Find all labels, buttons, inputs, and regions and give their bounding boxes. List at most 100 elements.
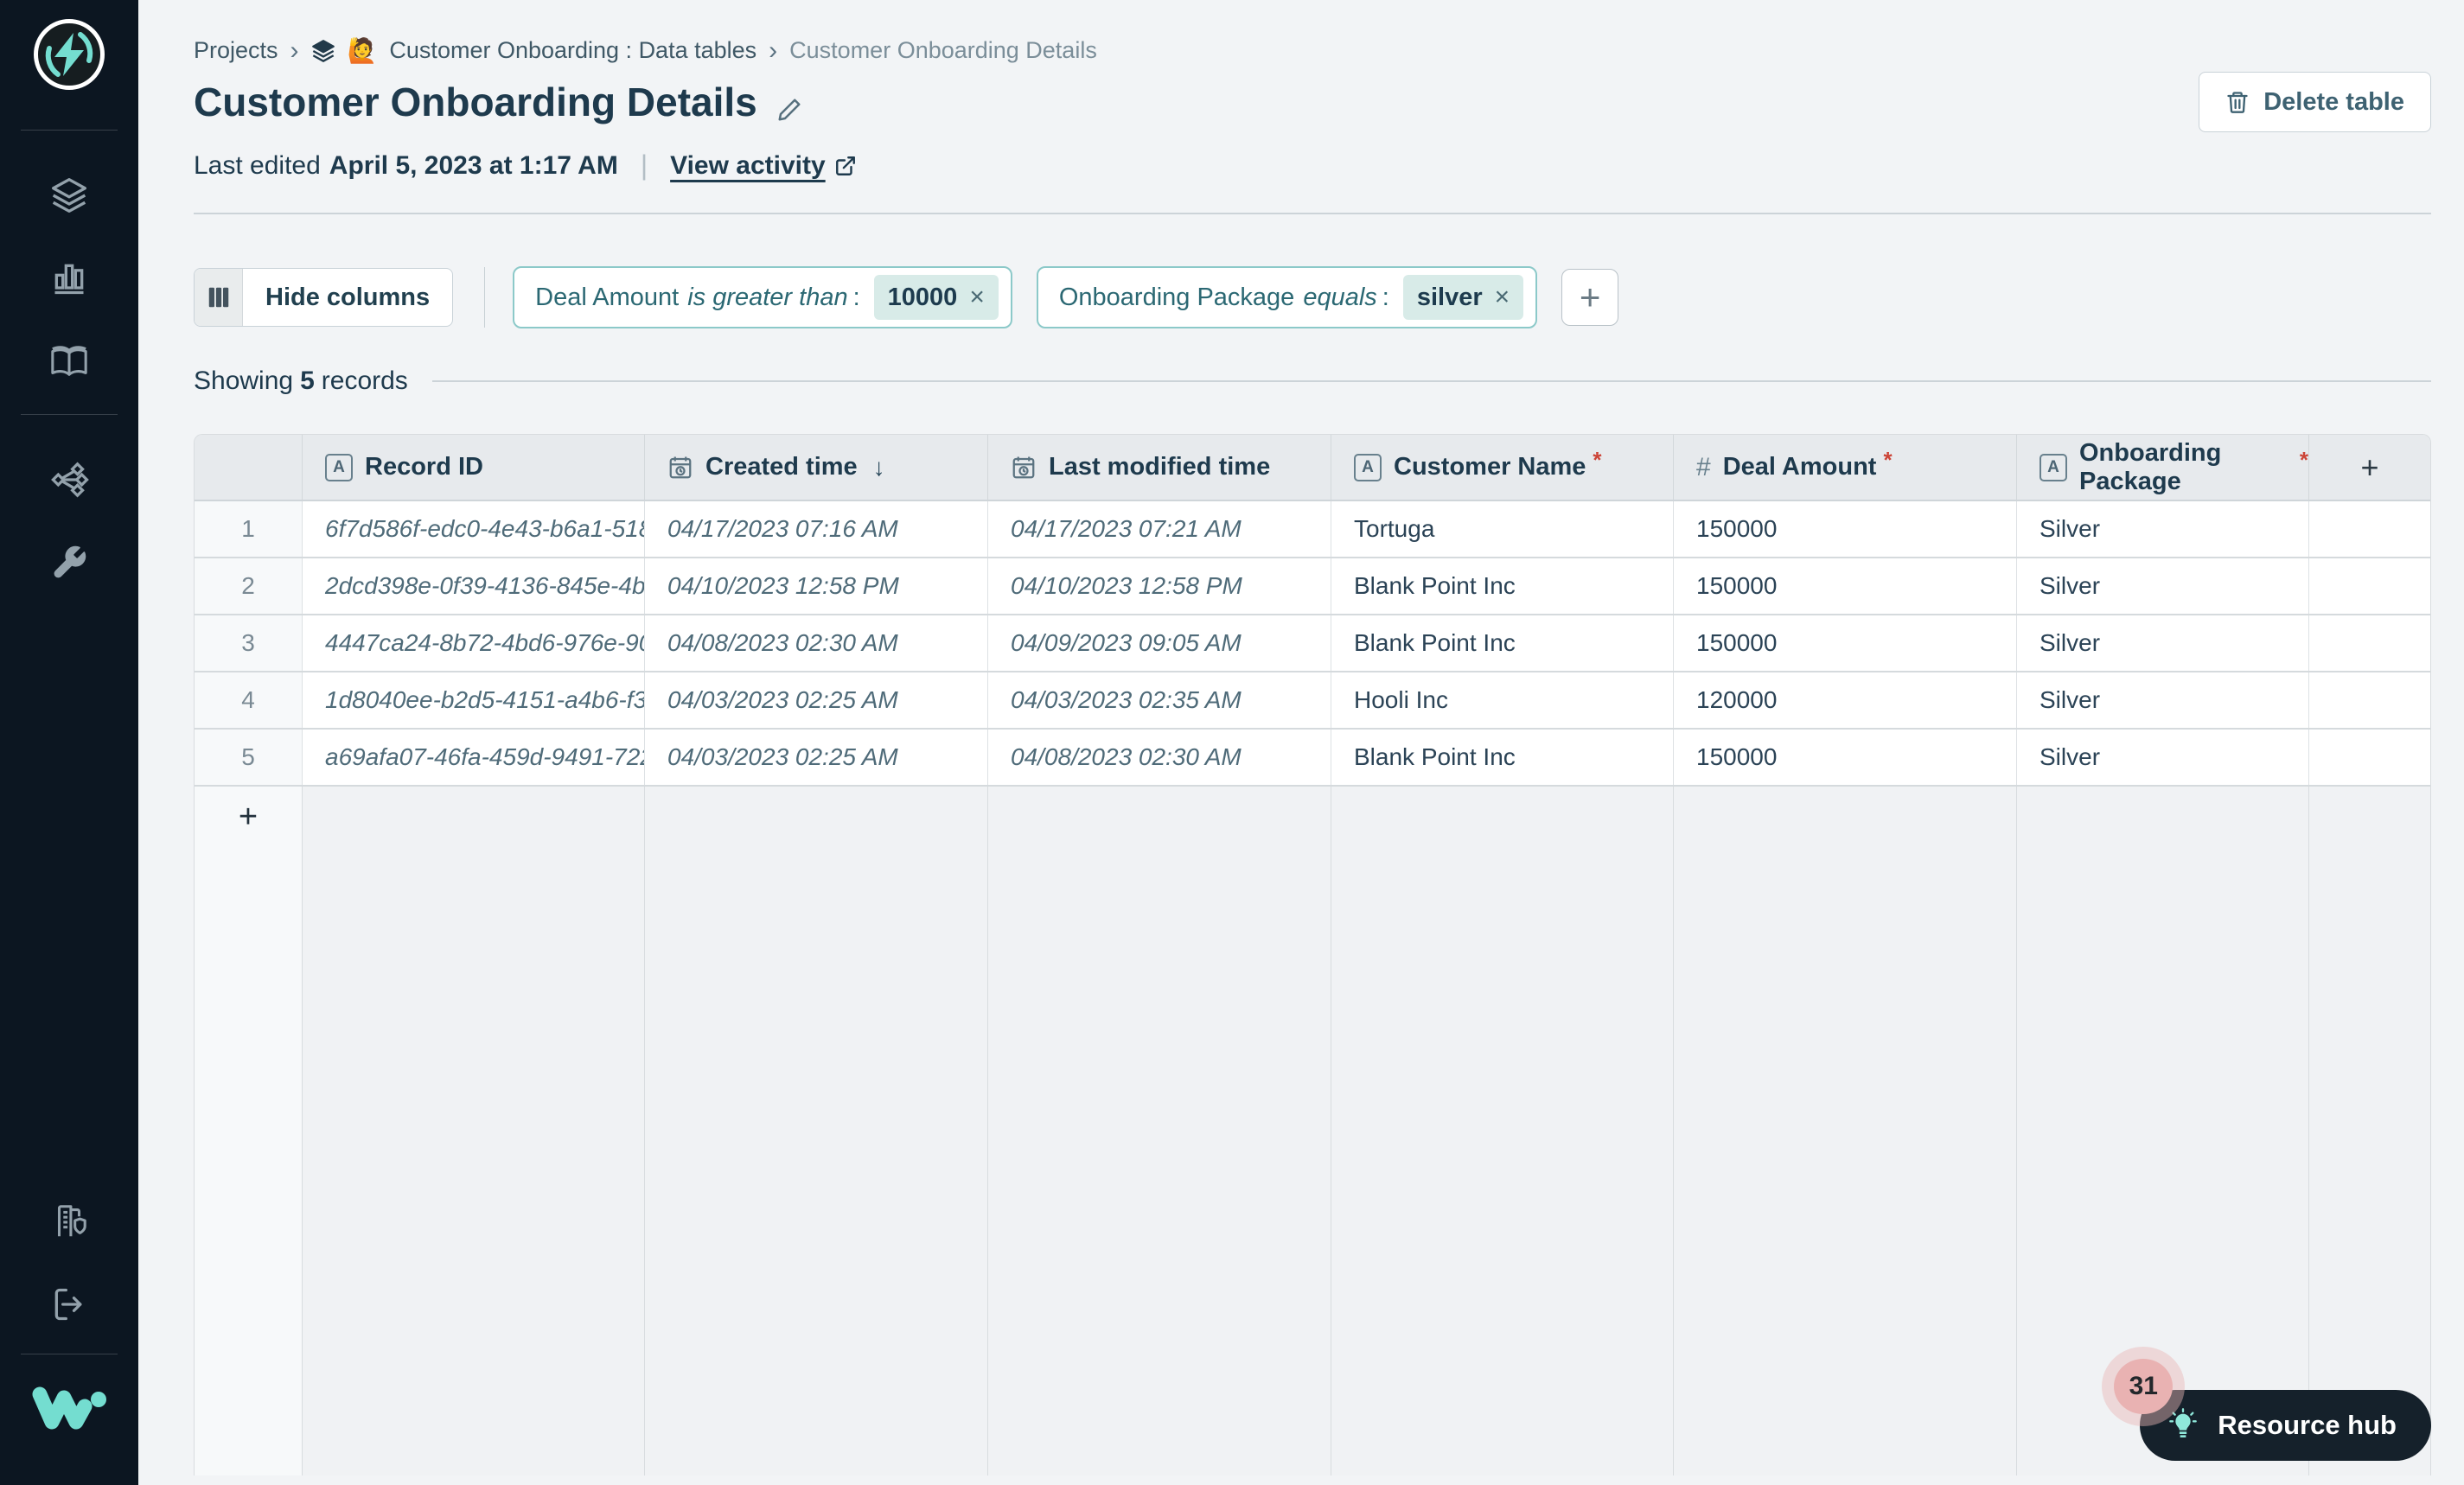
cell-customer-name[interactable]: Blank Point Inc xyxy=(1331,615,1673,672)
cell-deal-amount[interactable]: 120000 xyxy=(1673,672,2016,729)
cell-deal-amount[interactable]: 150000 xyxy=(1673,615,2016,672)
table-row[interactable]: 4 1d8040ee-b2d5-4151-a4b6-f3 04/03/2023 … xyxy=(195,672,2430,730)
cell-deal-amount[interactable]: 150000 xyxy=(1673,501,2016,558)
filter-field: Onboarding Package xyxy=(1058,283,1295,311)
bar-chart-icon xyxy=(54,264,84,295)
cell-onboarding-package[interactable]: Silver xyxy=(2016,501,2308,558)
showing-suffix: records xyxy=(321,366,408,396)
table-row[interactable]: 3 4447ca24-8b72-4bd6-976e-90 04/08/2023 … xyxy=(195,615,2430,673)
row-number: 4 xyxy=(195,672,302,729)
text-type-icon: A xyxy=(325,453,353,481)
cell-record-id[interactable]: a69afa07-46fa-459d-9491-722 xyxy=(302,730,644,786)
column-header-onboarding-package[interactable]: A Onboarding Package * xyxy=(2016,435,2308,500)
column-header-created-time[interactable]: Created time ↓ xyxy=(644,435,987,500)
cell-created-time[interactable]: 04/10/2023 12:58 PM xyxy=(644,558,987,615)
cell-last-modified[interactable]: 04/10/2023 12:58 PM xyxy=(987,558,1331,615)
filter-value-pill: silver × xyxy=(1402,275,1524,321)
remove-filter-icon[interactable]: × xyxy=(1495,283,1510,312)
add-filter-button[interactable]: + xyxy=(1561,269,1619,327)
hide-columns-label: Hide columns xyxy=(265,283,431,311)
cell-last-modified[interactable]: 04/17/2023 07:21 AM xyxy=(987,501,1331,558)
delete-table-button[interactable]: Delete table xyxy=(2199,72,2431,132)
cell-created-time[interactable]: 04/08/2023 02:30 AM xyxy=(644,615,987,672)
breadcrumb-projects[interactable]: Projects xyxy=(194,37,278,64)
chevron-right-icon: › xyxy=(769,35,778,65)
column-header-last-modified[interactable]: Last modified time xyxy=(987,435,1331,500)
app-logo[interactable] xyxy=(34,19,105,90)
breadcrumb-current: Customer Onboarding Details xyxy=(789,37,1097,63)
cell-record-id[interactable]: 4447ca24-8b72-4bd6-976e-90 xyxy=(302,615,644,672)
lightbulb-icon xyxy=(2169,1408,2198,1437)
sidebar-item-reports[interactable] xyxy=(49,258,89,298)
column-header-deal-amount[interactable]: # Deal Amount * xyxy=(1673,435,2016,500)
wrench-icon xyxy=(54,545,86,578)
filter-chip-onboarding-package[interactable]: Onboarding Package equals : silver × xyxy=(1036,266,1538,329)
view-activity-link[interactable]: View activity xyxy=(670,151,857,181)
text-type-icon: A xyxy=(2040,453,2067,481)
sidebar-item-logout[interactable] xyxy=(49,1284,89,1324)
cell-customer-name[interactable]: Tortuga xyxy=(1331,501,1673,558)
column-header-customer-name[interactable]: A Customer Name * xyxy=(1331,435,1673,500)
breadcrumb-project[interactable]: Customer Onboarding : Data tables xyxy=(389,37,756,64)
cell-onboarding-package[interactable]: Silver xyxy=(2016,558,2308,615)
cell-deal-amount[interactable]: 150000 xyxy=(1673,730,2016,786)
cell-last-modified[interactable]: 04/08/2023 02:30 AM xyxy=(987,730,1331,786)
breadcrumb: Projects › 🙋 Customer Onboarding : Data … xyxy=(194,36,2431,65)
edit-title-icon[interactable] xyxy=(776,97,802,127)
column-label: Onboarding Package xyxy=(2079,438,2222,495)
row-number-header xyxy=(195,435,302,500)
sidebar-item-organization[interactable] xyxy=(49,1201,89,1241)
resource-hub-button[interactable]: 31 Resource hub xyxy=(2114,1359,2431,1461)
view-activity-label: View activity xyxy=(670,150,826,180)
plus-icon: + xyxy=(1579,277,1601,318)
filter-operator: is greater than xyxy=(687,283,848,311)
calendar-clock-icon xyxy=(669,456,692,479)
cell-record-id[interactable]: 1d8040ee-b2d5-4151-a4b6-f3 xyxy=(302,672,644,729)
cell-empty xyxy=(2308,501,2430,558)
cell-onboarding-package[interactable]: Silver xyxy=(2016,615,2308,672)
organization-shield-icon xyxy=(57,1205,86,1237)
cell-last-modified[interactable]: 04/03/2023 02:35 AM xyxy=(987,672,1331,729)
sidebar-divider xyxy=(21,414,118,415)
column-header-record-id[interactable]: A Record ID xyxy=(302,435,644,500)
empty-column-area xyxy=(302,787,644,1476)
table-row[interactable]: 1 6f7d586f-edc0-4e43-b6a1-518 04/17/2023… xyxy=(195,501,2430,559)
filter-chip-deal-amount[interactable]: Deal Amount is greater than : 10000 × xyxy=(513,266,1012,329)
calendar-clock-icon xyxy=(1012,456,1035,479)
last-edited-label: Last edited xyxy=(194,150,321,180)
sidebar-item-tools[interactable] xyxy=(49,543,89,583)
cell-customer-name[interactable]: Hooli Inc xyxy=(1331,672,1673,729)
cell-onboarding-package[interactable]: Silver xyxy=(2016,730,2308,786)
notification-badge: 31 xyxy=(2114,1359,2174,1414)
cell-deal-amount[interactable]: 150000 xyxy=(1673,558,2016,615)
workflow86-logo[interactable] xyxy=(29,1384,109,1437)
add-column-button[interactable]: + xyxy=(2308,435,2430,500)
cell-customer-name[interactable]: Blank Point Inc xyxy=(1331,730,1673,786)
filter-value-pill: 10000 × xyxy=(873,275,999,321)
required-icon: * xyxy=(1593,447,1602,474)
column-label: Created time xyxy=(705,453,858,481)
table-row[interactable]: 5 a69afa07-46fa-459d-9491-722 04/03/2023… xyxy=(195,730,2430,787)
add-row-button[interactable]: + xyxy=(195,787,302,1476)
cell-record-id[interactable]: 6f7d586f-edc0-4e43-b6a1-518 xyxy=(302,501,644,558)
sidebar-item-datatables[interactable] xyxy=(49,175,89,215)
empty-column-area xyxy=(987,787,1331,1476)
cell-onboarding-package[interactable]: Silver xyxy=(2016,672,2308,729)
sidebar-item-library[interactable] xyxy=(49,341,89,381)
record-count-row: Showing 5 records xyxy=(194,366,2431,396)
sidebar-item-workflows[interactable] xyxy=(49,460,89,500)
table-row[interactable]: 2 2dcd398e-0f39-4136-845e-4b 04/10/2023 … xyxy=(195,558,2430,616)
cell-customer-name[interactable]: Blank Point Inc xyxy=(1331,558,1673,615)
book-open-icon xyxy=(51,346,87,376)
cell-created-time[interactable]: 04/03/2023 02:25 AM xyxy=(644,672,987,729)
cell-created-time[interactable]: 04/03/2023 02:25 AM xyxy=(644,730,987,786)
table-header-row: A Record ID Created time ↓ Last modified… xyxy=(195,435,2430,502)
hide-columns-button[interactable]: Hide columns xyxy=(194,268,454,328)
cell-empty xyxy=(2308,558,2430,615)
cell-record-id[interactable]: 2dcd398e-0f39-4136-845e-4b xyxy=(302,558,644,615)
remove-filter-icon[interactable]: × xyxy=(969,283,985,312)
cell-last-modified[interactable]: 04/09/2023 09:05 AM xyxy=(987,615,1331,672)
cell-created-time[interactable]: 04/17/2023 07:16 AM xyxy=(644,501,987,558)
filter-operator: equals xyxy=(1303,283,1377,311)
meta-row: Last edited April 5, 2023 at 1:17 AM | V… xyxy=(194,150,2431,182)
